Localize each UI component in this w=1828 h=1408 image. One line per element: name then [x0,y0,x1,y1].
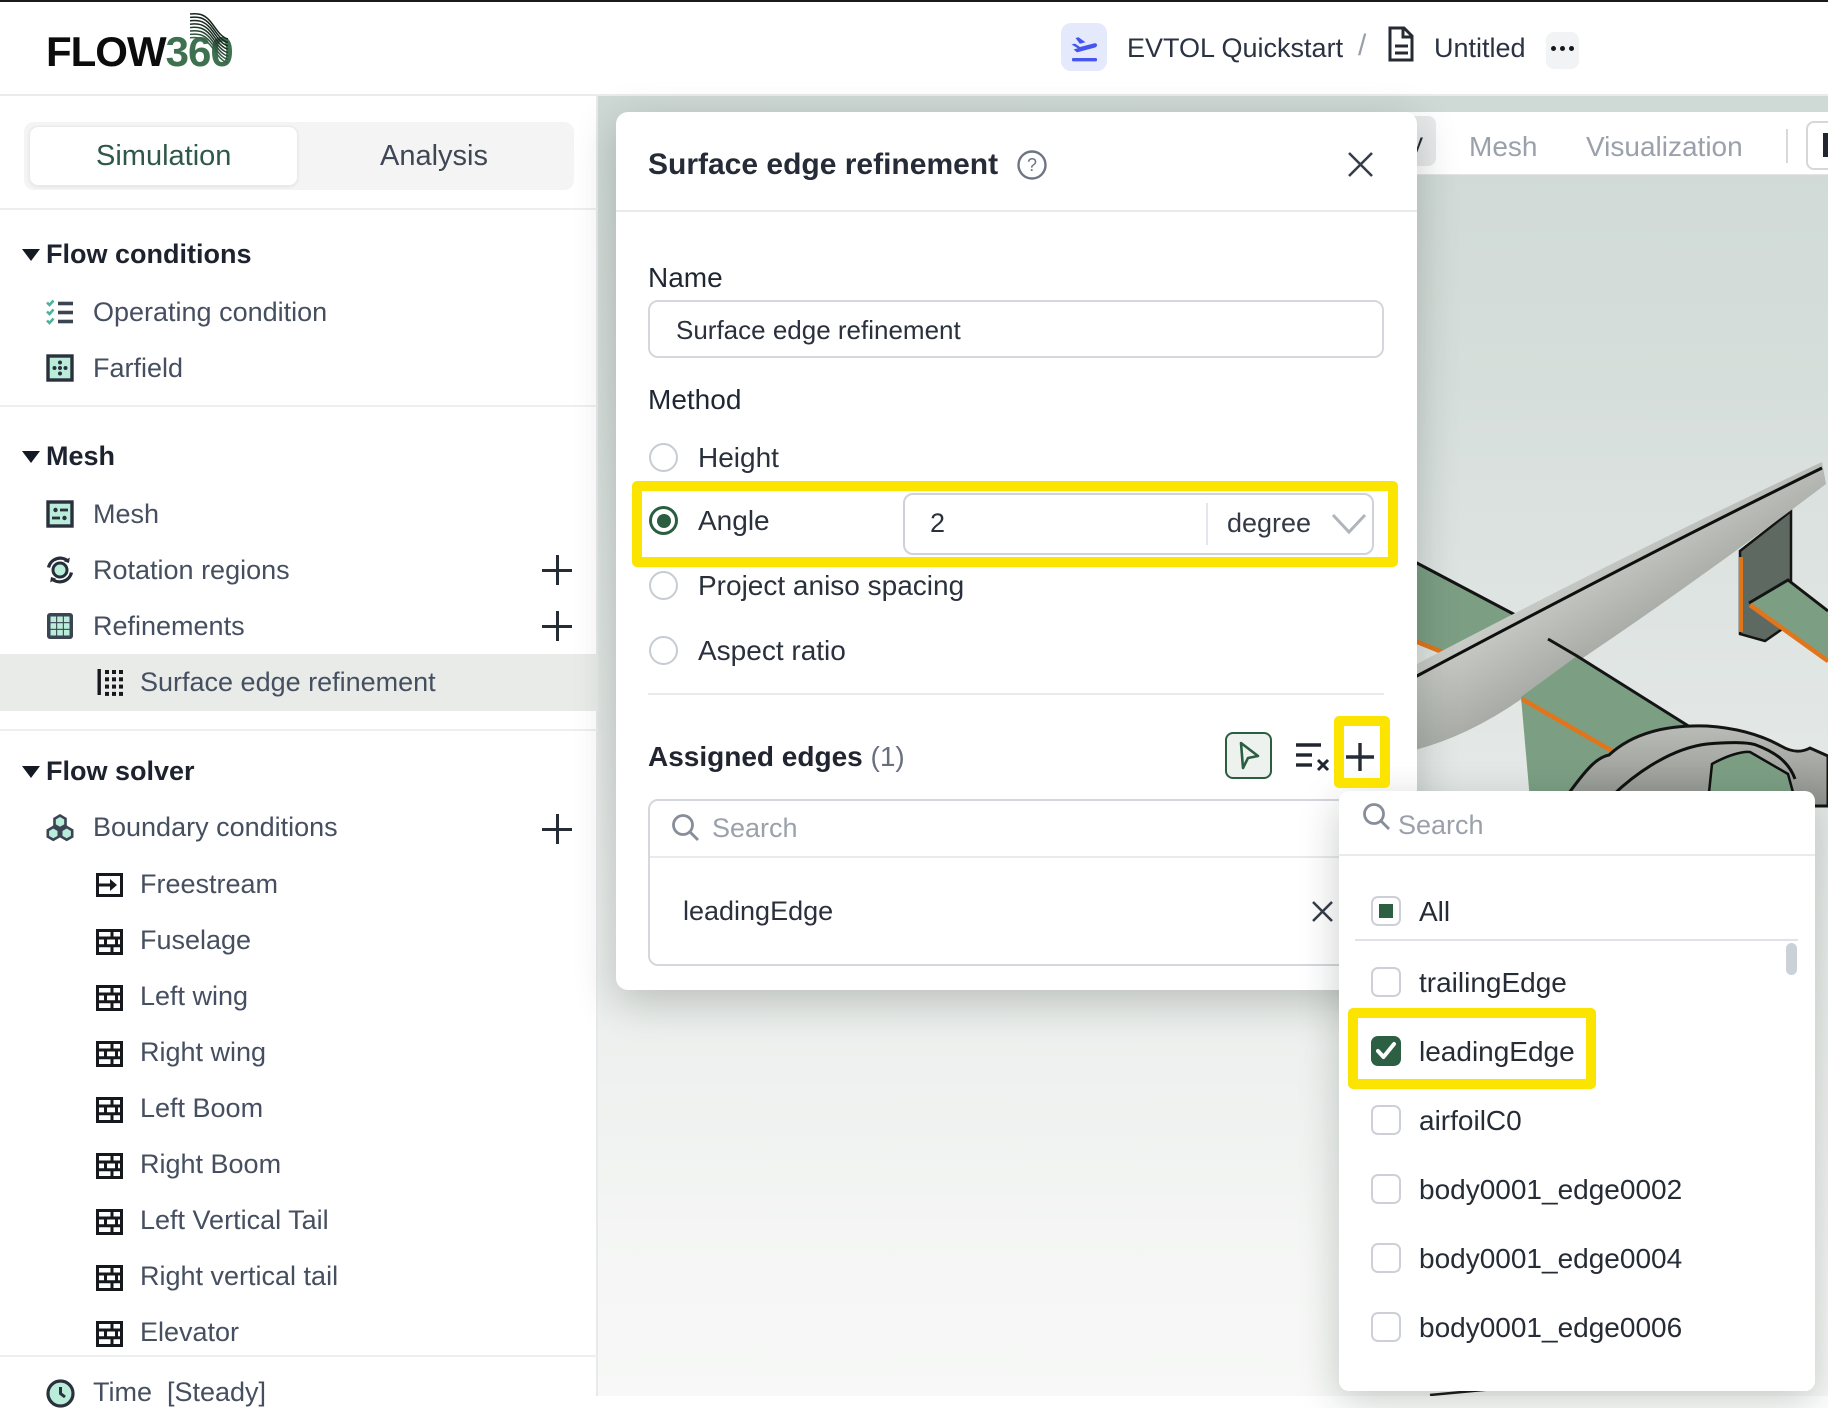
svg-text:?: ? [1027,155,1037,175]
